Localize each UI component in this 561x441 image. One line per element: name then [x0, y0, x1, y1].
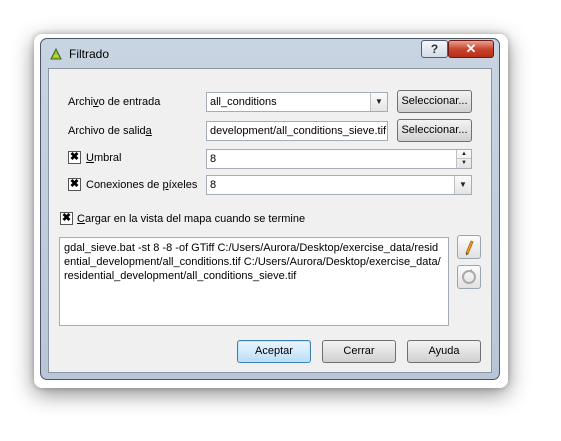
output-file-label-part: Archivo de salid	[68, 125, 146, 137]
pencil-icon	[458, 240, 480, 261]
threshold-checkbox[interactable]: ✖	[68, 151, 81, 164]
pixel-connections-checkbox[interactable]: ✖	[68, 178, 81, 191]
output-file-value: development/all_conditions_sieve.tif	[210, 125, 387, 137]
input-file-label-part: Archi	[68, 96, 94, 108]
pixel-connections-label: Conexiones de píxeles	[86, 179, 197, 191]
threshold-label-accel: U	[86, 152, 94, 164]
help-button[interactable]: Ayuda	[407, 340, 481, 363]
accept-button[interactable]: Aceptar	[237, 340, 311, 363]
spin-down-icon[interactable]: ▼	[457, 159, 471, 168]
chevron-down-icon[interactable]: ▼	[370, 93, 387, 111]
title-bar[interactable]: Filtrado ? ✕	[41, 39, 499, 69]
close-title-button[interactable]: ✕	[448, 40, 494, 58]
reset-command-button[interactable]	[457, 265, 481, 289]
threshold-label-part: mbral	[93, 152, 122, 164]
qgis-icon	[49, 47, 63, 61]
output-file-field[interactable]: development/all_conditions_sieve.tif	[206, 121, 388, 141]
pixel-connections-combo[interactable]: 8 ▼	[206, 175, 472, 195]
threshold-spin-buttons[interactable]: ▲ ▼	[456, 150, 471, 168]
output-file-label: Archivo de salida	[68, 125, 152, 137]
input-select-button[interactable]: Seleccionar...	[397, 90, 472, 113]
threshold-spinbox[interactable]: 8 ▲ ▼	[206, 149, 472, 169]
edit-command-button[interactable]	[457, 235, 481, 259]
window-title: Filtrado	[69, 47, 110, 61]
close-button[interactable]: Cerrar	[322, 340, 396, 363]
load-in-map-label-accel: C	[77, 213, 85, 225]
load-in-map-label: Cargar en la vista del mapa cuando se te…	[77, 213, 305, 225]
input-file-label-part: o de entrada	[98, 96, 161, 108]
pixel-connections-label-part: Conexiones de	[86, 179, 163, 191]
threshold-label: Umbral	[86, 152, 121, 164]
input-file-combo[interactable]: all_conditions ▼	[206, 92, 388, 112]
spin-up-icon[interactable]: ▲	[457, 150, 471, 159]
load-in-map-label-part: argar en la vista del mapa cuando se ter…	[84, 213, 306, 225]
help-title-button[interactable]: ?	[421, 40, 448, 58]
pixel-connections-value: 8	[210, 179, 217, 191]
input-file-label: Archivo de entrada	[68, 96, 160, 108]
output-file-label-accel: a	[145, 125, 152, 137]
load-in-map-checkbox[interactable]: ✖	[60, 212, 73, 225]
command-text-area[interactable]: gdal_sieve.bat -st 8 -8 -of GTiff C:/Use…	[59, 237, 449, 326]
input-file-value: all_conditions	[210, 96, 277, 108]
chevron-down-icon[interactable]: ▼	[454, 176, 471, 194]
reset-icon	[458, 269, 480, 291]
pixel-connections-label-part: íxeles	[168, 179, 198, 191]
threshold-value: 8	[210, 153, 217, 165]
output-select-button[interactable]: Seleccionar...	[397, 119, 472, 142]
